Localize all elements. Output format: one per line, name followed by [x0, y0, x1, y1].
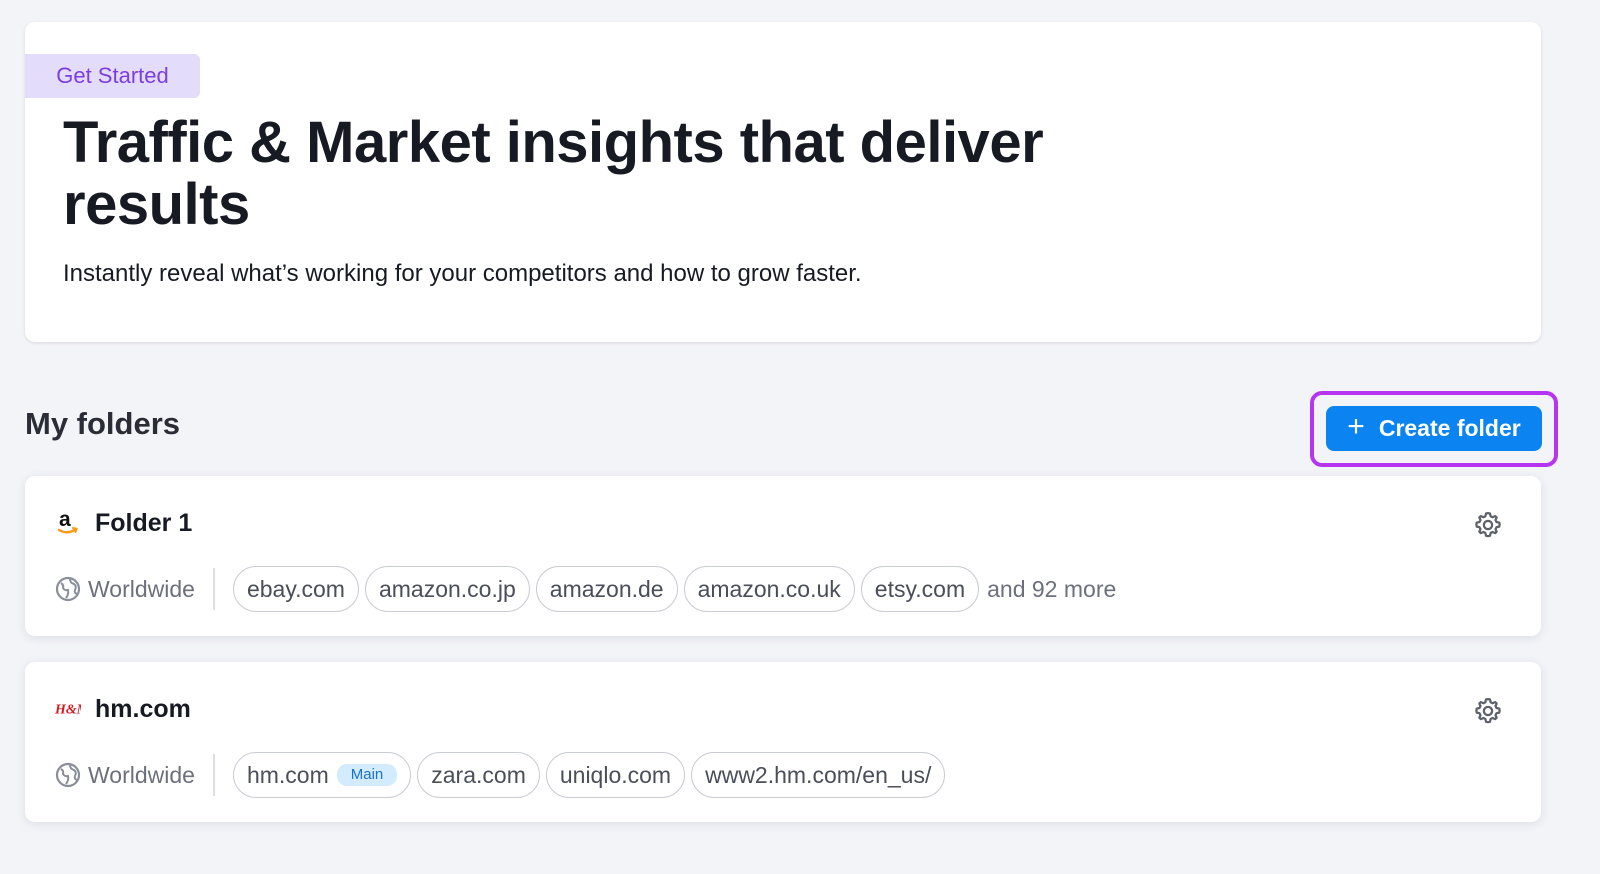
domain-chip-main[interactable]: hm.com Main [232, 752, 412, 798]
domain-chip[interactable]: uniqlo.com [545, 752, 686, 798]
domain-chip-label: hm.com [246, 761, 329, 788]
folder-meta: Worldwide hm.com Main zara.com uniqlo.co… [55, 752, 946, 798]
folder-name[interactable]: hm.com [95, 695, 191, 724]
my-folders-title: My folders [25, 406, 181, 441]
folder-card[interactable]: a Folder 1 Worldwide ebay.com amazon.co.… [25, 476, 1541, 636]
get-started-badge: Get Started [25, 54, 200, 98]
region-label: Worldwide [88, 761, 195, 788]
settings-gear-icon[interactable] [1473, 696, 1503, 726]
folder-meta: Worldwide ebay.com amazon.co.jp amazon.d… [55, 566, 1116, 612]
domain-chip[interactable]: ebay.com [232, 566, 359, 612]
folder-name[interactable]: Folder 1 [95, 509, 192, 538]
svg-text:a: a [59, 509, 71, 531]
main-tag: Main [336, 764, 398, 786]
region-selector[interactable]: Worldwide [55, 576, 195, 603]
folder-header: a Folder 1 [55, 508, 192, 538]
domain-chips: ebay.com amazon.co.jp amazon.de amazon.c… [232, 566, 1117, 612]
globe-icon [55, 762, 81, 788]
hero-title: Traffic & Market insights that deliver r… [63, 110, 1044, 237]
domain-chips: hm.com Main zara.com uniqlo.com www2.hm.… [232, 752, 946, 798]
region-selector[interactable]: Worldwide [55, 762, 195, 789]
domain-chip[interactable]: amazon.co.jp [364, 566, 530, 612]
region-label: Worldwide [88, 575, 195, 602]
hm-logo-icon: H&M [55, 694, 81, 724]
folder-card[interactable]: H&M hm.com Worldwide hm.com Main zara.co… [25, 662, 1541, 822]
more-domains-label: and 92 more [987, 575, 1117, 602]
globe-icon [55, 576, 81, 602]
domain-chip[interactable]: amazon.de [535, 566, 678, 612]
domain-chip[interactable]: zara.com [417, 752, 540, 798]
domain-chip[interactable]: etsy.com [860, 566, 980, 612]
settings-gear-icon[interactable] [1473, 510, 1503, 540]
amazon-logo-icon: a [55, 508, 81, 538]
divider [212, 568, 215, 610]
divider [212, 754, 215, 796]
domain-chip[interactable]: amazon.co.uk [683, 566, 855, 612]
get-started-card: Get Started Traffic & Market insights th… [25, 22, 1541, 342]
domain-chip[interactable]: www2.hm.com/en_us/ [691, 752, 946, 798]
create-folder-button[interactable]: + Create folder [1326, 406, 1542, 451]
svg-text:H&M: H&M [55, 703, 81, 718]
plus-icon: + [1347, 410, 1365, 443]
create-folder-label: Create folder [1378, 415, 1521, 441]
folder-header: H&M hm.com [55, 694, 191, 724]
hero-subtitle: Instantly reveal what’s working for your… [63, 260, 862, 287]
